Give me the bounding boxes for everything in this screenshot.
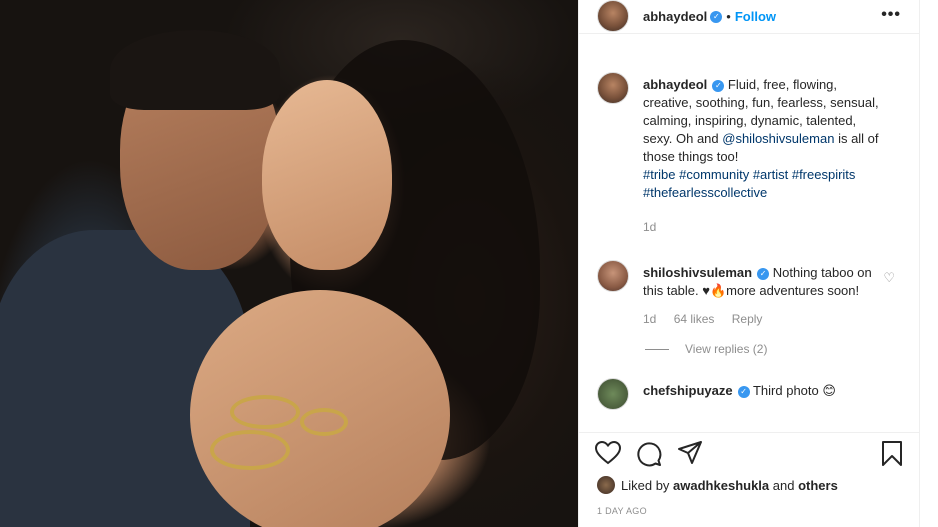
replies-line <box>645 348 669 350</box>
action-bar <box>579 432 921 474</box>
liked-by-prefix: Liked by <box>621 477 674 493</box>
verified-badge-icon: ✓ <box>712 79 725 92</box>
heart-icon[interactable] <box>595 441 621 465</box>
avatar[interactable] <box>597 72 629 104</box>
avatar[interactable] <box>597 476 615 494</box>
photo-bangle <box>210 430 290 470</box>
caption-mention[interactable]: @shiloshivsuleman <box>722 131 834 146</box>
view-replies-label[interactable]: View replies (2) <box>685 342 767 356</box>
comment-username[interactable]: chefshipuyaze <box>643 383 733 398</box>
avatar[interactable] <box>597 378 629 410</box>
reply-button[interactable]: Reply <box>732 312 763 326</box>
verified-badge-icon: ✓ <box>710 10 723 23</box>
verified-badge-icon: ✓ <box>757 267 770 280</box>
photo-bangle <box>300 408 348 436</box>
liked-by-others[interactable]: others <box>798 478 838 493</box>
view-replies-button[interactable]: View replies (2) <box>645 342 921 356</box>
caption: abhaydeol ✓ Fluid, free, flowing, creativ… <box>579 54 921 236</box>
post-photo[interactable] <box>0 0 578 527</box>
follow-button[interactable]: Follow <box>735 9 776 24</box>
comments-list[interactable]: abhaydeol ✓ Fluid, free, flowing, creativ… <box>579 54 921 430</box>
bookmark-icon[interactable] <box>881 441 903 467</box>
post-header: abhaydeol ✓ • Follow ••• <box>579 0 919 34</box>
post-sidebar: abhaydeol ✓ • Follow ••• abhaydeol ✓ Flui… <box>578 0 921 527</box>
list-item: chefshipuyaze ✓ Third photo 😊 <box>579 360 921 410</box>
comment-time: 1d <box>643 312 657 326</box>
comment-likes[interactable]: 64 likes <box>674 312 715 326</box>
page-margin <box>920 0 938 527</box>
verified-badge-icon: ✓ <box>737 385 750 398</box>
caption-hashtags[interactable]: #tribe #community #artist #freespirits #… <box>643 166 885 202</box>
comment-username[interactable]: shiloshivsuleman <box>643 265 752 280</box>
avatar[interactable] <box>597 260 629 292</box>
liked-by-and: and <box>769 477 799 493</box>
avatar[interactable] <box>597 0 629 32</box>
photo-bangle <box>230 395 300 429</box>
photo-man-hair <box>110 30 280 110</box>
share-icon[interactable] <box>677 441 703 465</box>
caption-username[interactable]: abhaydeol <box>643 77 707 92</box>
comment-icon[interactable] <box>636 441 662 467</box>
separator-dot: • <box>726 9 731 24</box>
header-username[interactable]: abhaydeol <box>643 9 707 24</box>
more-icon[interactable]: ••• <box>881 6 901 24</box>
comment-text: Third photo 😊 <box>752 383 836 398</box>
photo-woman-face <box>262 80 392 270</box>
caption-time: 1d <box>643 220 657 234</box>
liked-by: Liked by awadhkeshukla and others <box>597 476 838 494</box>
list-item: shiloshivsuleman ✓ Nothing taboo on this … <box>579 242 921 328</box>
liked-by-user[interactable]: awadhkeshukla <box>673 478 769 493</box>
post-timestamp: 1 DAY AGO <box>597 506 647 516</box>
comment-like-icon[interactable]: ♡ <box>883 270 895 286</box>
